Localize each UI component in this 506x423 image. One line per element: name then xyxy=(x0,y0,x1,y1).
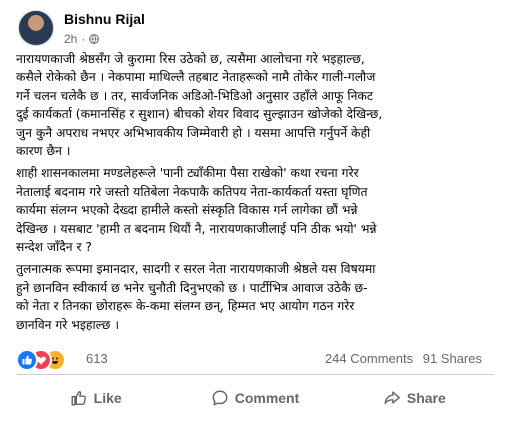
dot-separator: · xyxy=(81,32,86,46)
post-line: कारण छैन । xyxy=(16,144,71,159)
like-label: Like xyxy=(93,390,122,406)
globe-icon[interactable] xyxy=(89,34,100,44)
reactions-row: 613 244 Comments 91 Shares xyxy=(16,346,494,371)
post-line: सन्देश जाँदैन र ? xyxy=(16,240,92,255)
post-line: तुलनात्मक रूपमा इमानदार, सादगी र सरल नेत… xyxy=(16,262,376,277)
post-body: नारायणकाजी श्रेष्ठसँग जे कुरामा रिस उठेक… xyxy=(16,50,494,334)
share-label: Share xyxy=(406,390,446,406)
post-line: शाही शासनकालमा मण्डलेहरूले 'पानी ट्याँकी… xyxy=(16,166,359,181)
post-line: कसैले रोकेको छैन । नेकपामा माथिल्लै तहबा… xyxy=(16,70,376,85)
post-meta: 2h · xyxy=(64,32,100,46)
author-name[interactable]: Bishnu Rijal xyxy=(64,11,145,27)
post-line: हुने छानविन स्वीकार्य छ भनेर चुनौती दिनु… xyxy=(16,280,368,295)
post-time[interactable]: 2h xyxy=(64,32,77,46)
comment-count[interactable]: 244 Comments xyxy=(325,351,413,366)
post-line: जुन कुनै अपराध नभएर अभिभावकीय जिम्मेवारी… xyxy=(16,125,371,140)
post-line: को नेता र तिनका छोराहरू के-कमा संलग्न छन… xyxy=(16,299,355,314)
share-icon xyxy=(384,391,400,405)
divider xyxy=(16,374,494,375)
post-line: देखिन्छ । यसबाट 'हामी त बदनाम थियौं नै, … xyxy=(16,221,377,236)
reaction-count[interactable]: 613 xyxy=(86,351,108,366)
comment-label: Comment xyxy=(234,390,300,406)
like-button[interactable]: Like xyxy=(16,380,175,416)
thumbs-up-icon xyxy=(71,390,86,406)
post-line: नारायणकाजी श्रेष्ठसँग जे कुरामा रिस उठेक… xyxy=(16,52,365,66)
share-count[interactable]: 91 Shares xyxy=(423,351,482,366)
post-line: दुई कार्यकर्ता (कमानसिंह र सुशान) बीचको … xyxy=(16,107,383,122)
post-line: छानविन गरे भइहाल्छ । xyxy=(16,317,119,332)
post-header: Bishnu Rijal 2h · xyxy=(12,4,492,48)
post-line: नेतालाई बदनाम गरे जस्तो यतिबेला नेकपाकै … xyxy=(16,184,368,199)
comment-button[interactable]: Comment xyxy=(175,380,334,416)
post-line: गर्ने चलन चलेकै छ । तर, सार्वजनिक अडिओ-भ… xyxy=(16,88,374,103)
like-icon xyxy=(16,349,38,371)
post-line: कार्यमा संलग्न भएको देख्दा हामीले कस्तो … xyxy=(16,203,358,218)
post-actions: Like Comment Share xyxy=(16,380,494,416)
comment-icon xyxy=(212,390,228,406)
facebook-post: Bishnu Rijal 2h · नारायणकाजी श्रेष्ठसँग … xyxy=(0,0,506,423)
share-button[interactable]: Share xyxy=(335,380,494,416)
avatar[interactable] xyxy=(18,10,54,46)
engagement-stats: 244 Comments 91 Shares xyxy=(319,351,482,366)
